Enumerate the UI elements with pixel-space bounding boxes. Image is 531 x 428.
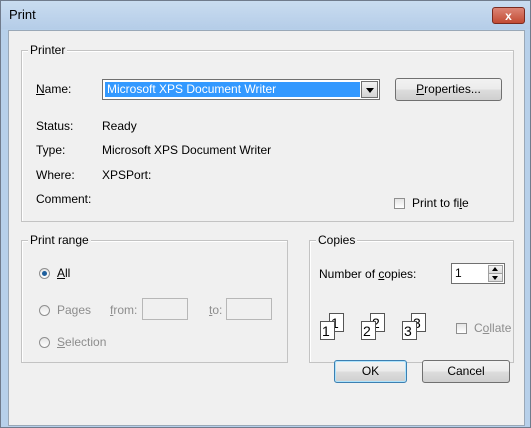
pages-label[interactable]: Pages — [57, 303, 91, 317]
title-bar[interactable]: Print x — [1, 1, 530, 29]
page-3-front: 3 — [402, 321, 417, 340]
printer-group: Printer Name: Microsoft XPS Document Wri… — [21, 43, 514, 222]
page-1-front: 1 — [320, 321, 335, 340]
copies-stepper[interactable]: 1 — [451, 263, 505, 284]
number-of-copies-label: Number of copies: — [319, 267, 417, 281]
print-to-file-checkbox[interactable] — [394, 198, 405, 209]
where-value: XPSPort: — [102, 168, 152, 182]
print-range-label: Print range — [28, 233, 91, 247]
comment-label: Comment: — [36, 192, 92, 206]
collate-label[interactable]: Collate — [474, 321, 511, 335]
print-to-file-label[interactable]: Print to file — [412, 196, 469, 210]
collate-illustration: 1 1 2 2 3 3 — [320, 313, 448, 345]
printer-name-value: Microsoft XPS Document Writer — [105, 82, 360, 97]
page-2-front: 2 — [361, 321, 376, 340]
where-label: Where: — [36, 168, 75, 182]
status-label: Status: — [36, 119, 74, 133]
print-dialog: Print x Printer Name: Microsoft XPS Docu… — [0, 0, 531, 428]
from-field[interactable] — [142, 298, 188, 320]
all-radio[interactable] — [39, 268, 50, 279]
printer-name-select[interactable]: Microsoft XPS Document Writer — [102, 79, 380, 100]
dropdown-button[interactable] — [361, 81, 378, 98]
cancel-button-label: Cancel — [447, 364, 485, 378]
selection-radio[interactable] — [39, 337, 50, 348]
close-button[interactable]: x — [492, 7, 525, 24]
to-label: to: — [209, 303, 223, 317]
status-value: Ready — [102, 119, 137, 133]
close-icon: x — [505, 9, 512, 23]
properties-button-label: Properties... — [416, 82, 481, 96]
chevron-down-icon — [366, 88, 374, 93]
selection-label[interactable]: Selection — [57, 335, 106, 349]
ok-button[interactable]: OK — [334, 360, 407, 383]
pages-radio[interactable] — [39, 305, 50, 316]
dialog-body: Printer Name: Microsoft XPS Document Wri… — [8, 30, 525, 426]
arrow-up-icon — [492, 267, 498, 271]
cancel-button[interactable]: Cancel — [422, 360, 510, 383]
name-label: Name: — [36, 82, 72, 96]
copies-group: Copies Number of copies: 1 1 1 2 2 3 3 — [309, 233, 514, 363]
properties-button[interactable]: Properties... — [395, 78, 502, 101]
collate-checkbox[interactable] — [456, 323, 467, 334]
copies-value: 1 — [455, 266, 462, 280]
all-label[interactable]: All — [57, 266, 70, 280]
from-label: from: — [110, 303, 138, 317]
ok-button-label: OK — [361, 364, 380, 378]
arrow-down-icon — [492, 276, 498, 280]
type-label: Type: — [36, 143, 66, 157]
window-title: Print — [9, 7, 36, 22]
type-value: Microsoft XPS Document Writer — [102, 143, 272, 157]
print-range-group: Print range All Pages from: to: Selectio… — [21, 233, 288, 363]
printer-group-label: Printer — [28, 43, 68, 57]
to-field[interactable] — [226, 298, 272, 320]
copies-group-label: Copies — [316, 233, 358, 247]
spin-down-button[interactable] — [488, 273, 503, 282]
